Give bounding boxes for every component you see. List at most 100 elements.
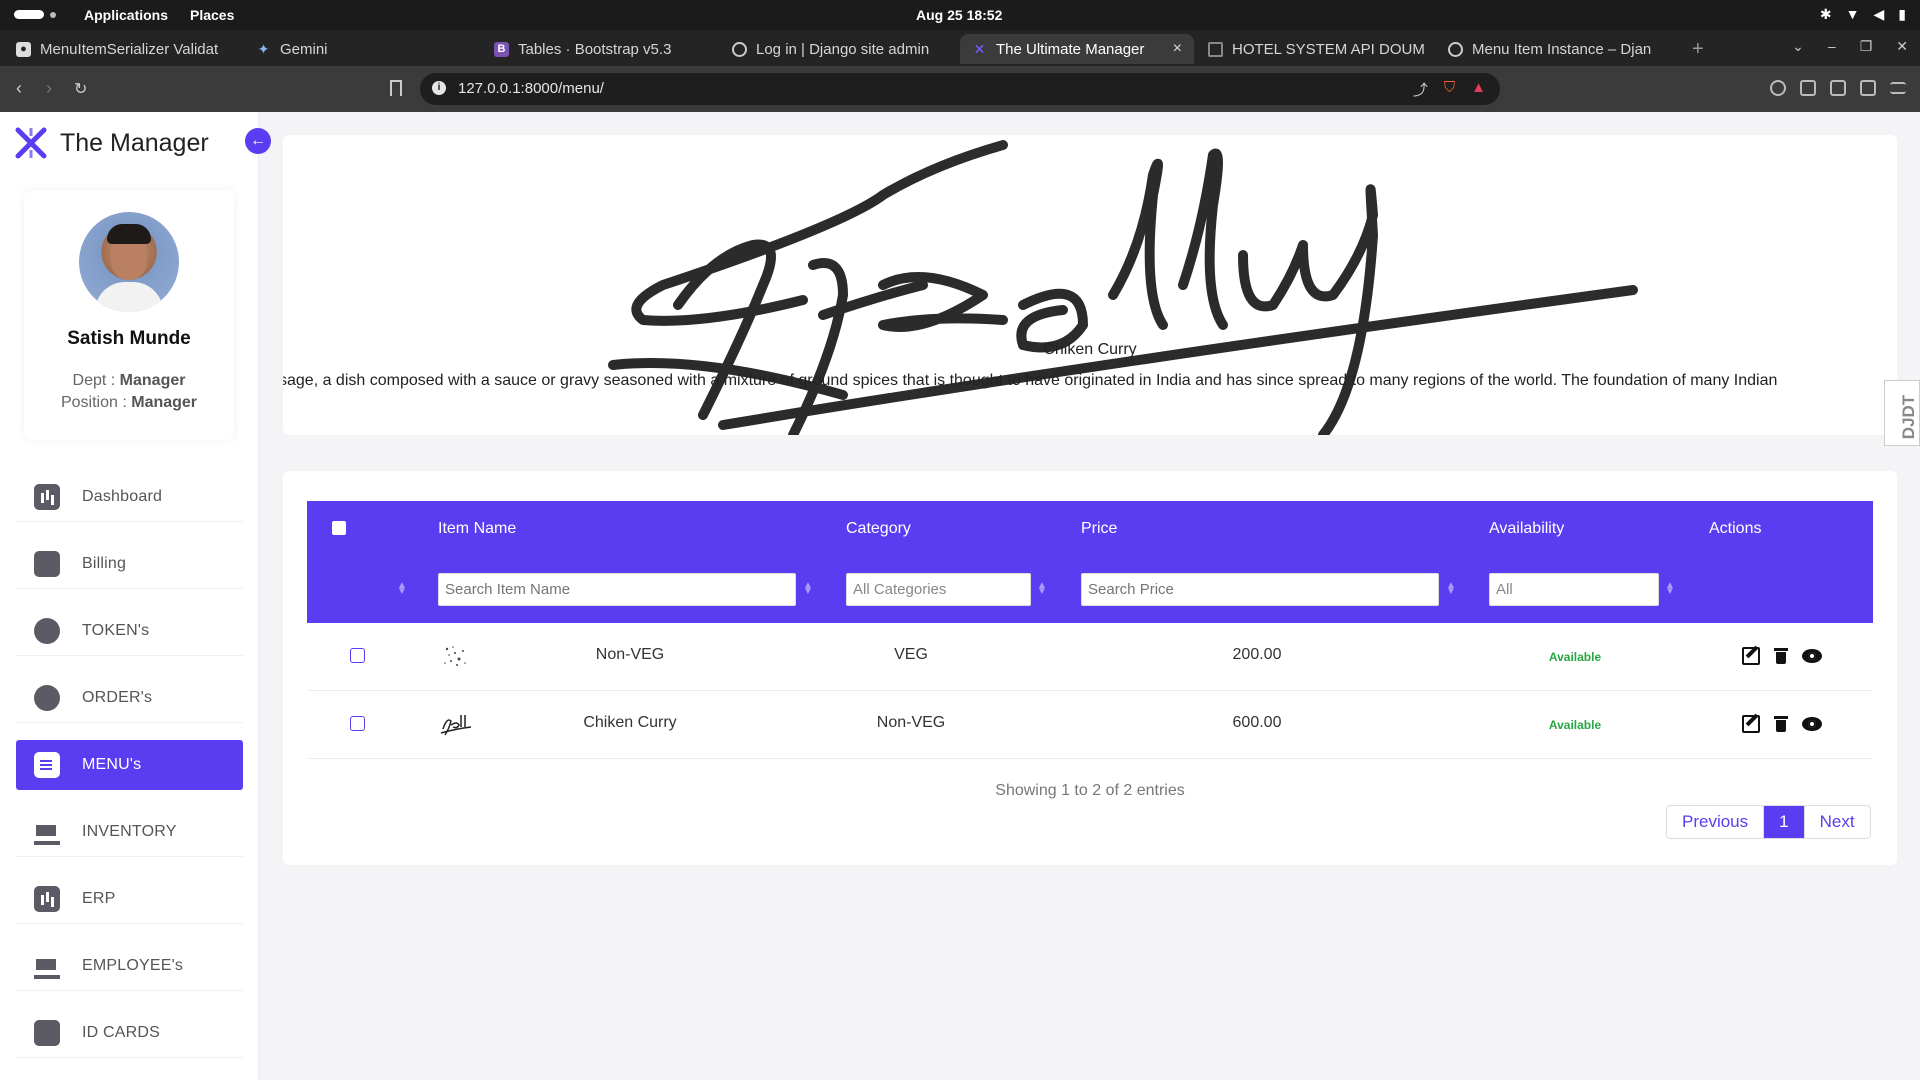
browser-tab[interactable]: Log in | Django site admin (720, 34, 960, 64)
row-checkbox[interactable] (350, 716, 365, 731)
url-text[interactable]: 127.0.0.1:8000/menu/ (458, 80, 604, 97)
cell-price: 200.00 (1232, 646, 1282, 663)
brave-rewards-icon[interactable]: ▲ (1471, 79, 1486, 100)
column-header-item-name[interactable]: Item Name (438, 520, 516, 538)
browser-tab[interactable]: HOTEL SYSTEM API DOUMI (1196, 34, 1424, 64)
sidebar-item-orders[interactable]: ORDER's (16, 673, 243, 723)
sidebar-item-billing[interactable]: Billing (16, 539, 243, 589)
page-1-button[interactable]: 1 (1764, 806, 1805, 838)
table-row[interactable]: Chiken Curry Non-VEG 600.00 Available (307, 691, 1873, 759)
edit-icon[interactable] (1742, 715, 1760, 733)
column-header-price[interactable]: Price (1081, 520, 1117, 538)
sort-icon[interactable]: ▲ ▼ (1446, 581, 1456, 597)
item-thumbnail[interactable] (437, 707, 473, 741)
bar-chart-icon (34, 885, 60, 912)
extensions-icon[interactable] (1800, 80, 1816, 96)
eye-icon[interactable] (1802, 649, 1822, 663)
bluetooth-icon[interactable]: ✱ (1820, 6, 1832, 23)
forward-icon[interactable]: › (46, 78, 52, 99)
browser-tab[interactable]: ✦ Gemini (244, 34, 484, 64)
availability-filter-select[interactable]: All (1489, 573, 1659, 606)
column-header-availability[interactable]: Availability (1489, 520, 1564, 538)
sidebar-item-menus[interactable]: MENU's (16, 740, 243, 790)
volume-icon[interactable]: ◀ (1874, 6, 1885, 23)
tab-title: Menu Item Instance – Djan (1472, 40, 1652, 58)
sort-icon[interactable]: ▲ ▼ (397, 581, 407, 597)
position-value: Manager (131, 394, 198, 411)
window-controls: ⌄ – ❐ ✕ (1792, 38, 1908, 55)
bookmark-icon[interactable] (390, 80, 402, 96)
wifi-icon[interactable]: ▼ (1846, 6, 1860, 23)
maximize-icon[interactable]: ❐ (1860, 38, 1873, 55)
previous-page-button[interactable]: Previous (1667, 806, 1765, 838)
wallet-icon[interactable] (1860, 80, 1876, 96)
trash-icon[interactable] (1772, 715, 1790, 733)
search-item-name-input[interactable] (438, 573, 796, 606)
sidebar-item-id-cards[interactable]: ID CARDS (16, 1008, 243, 1058)
trash-icon[interactable] (1772, 647, 1790, 665)
activities-indicator[interactable] (14, 10, 44, 19)
table-info: Showing 1 to 2 of 2 entries (995, 782, 1185, 799)
sidebar-item-label: TOKEN's (82, 621, 150, 639)
sidebar-item-erp[interactable]: ERP (16, 874, 243, 924)
share-icon[interactable]: ⤴ (1413, 79, 1428, 100)
address-bar[interactable]: i 127.0.0.1:8000/menu/ ⤴ ⛉ ▲ (420, 73, 1500, 105)
select-all-checkbox[interactable] (332, 521, 346, 535)
eye-icon[interactable] (1802, 717, 1822, 731)
vpn-icon[interactable] (1770, 80, 1786, 96)
places-menu[interactable]: Places (190, 7, 234, 23)
new-tab-button[interactable]: + (1680, 34, 1710, 64)
row-checkbox[interactable] (350, 648, 365, 663)
tab-list-icon[interactable]: ⌄ (1792, 38, 1804, 55)
close-tab-icon[interactable]: × (1173, 40, 1182, 58)
battery-icon[interactable]: ▮ (1898, 6, 1906, 23)
sidebar-item-tokens[interactable]: TOKEN's (16, 606, 243, 656)
reload-icon[interactable]: ↻ (74, 79, 87, 99)
tab-title: The Ultimate Manager (996, 40, 1145, 58)
globe-icon (732, 41, 747, 57)
minimize-icon[interactable]: – (1828, 38, 1836, 55)
browser-tab[interactable]: ● MenuItemSerializer Validat (4, 34, 242, 64)
sidebar-item-inventory[interactable]: INVENTORY (16, 807, 243, 857)
search-price-input[interactable] (1081, 573, 1439, 606)
sort-icon[interactable]: ▲ ▼ (1037, 581, 1047, 597)
close-window-icon[interactable]: ✕ (1896, 38, 1908, 55)
column-header-category[interactable]: Category (846, 520, 911, 538)
system-tray[interactable]: ✱ ▼ ◀ ▮ (1820, 6, 1906, 23)
sidebar-item-label: ERP (82, 889, 116, 907)
dept-value: Manager (119, 372, 186, 389)
sort-icon[interactable]: ▲ ▼ (1665, 581, 1675, 597)
django-debug-toolbar-handle[interactable]: DJDT (1884, 380, 1920, 446)
brand[interactable]: The Manager (14, 126, 209, 160)
applications-menu[interactable]: Applications (84, 7, 168, 23)
sidebar-toggle-icon[interactable] (1830, 80, 1846, 96)
browser-tab[interactable]: Menu Item Instance – Djan (1436, 34, 1672, 64)
key-icon (34, 1019, 60, 1046)
edit-icon[interactable] (1742, 647, 1760, 665)
sort-icon[interactable]: ▲ ▼ (803, 581, 813, 597)
site-info-icon[interactable]: i (432, 81, 446, 95)
table-header: Item Name Category Price Availability Ac… (307, 501, 1873, 557)
back-icon[interactable]: ‹ (16, 78, 22, 99)
category-filter-select[interactable]: All Categories (846, 573, 1031, 606)
sidebar-item-label: ORDER's (82, 688, 153, 706)
browser-tab-active[interactable]: ✕ The Ultimate Manager × (960, 34, 1194, 64)
clock[interactable]: Aug 25 18:52 (916, 7, 1002, 23)
profile-dept: Dept : Manager (24, 372, 234, 390)
tab-title: MenuItemSerializer Validat (40, 40, 219, 58)
browser-tab[interactable]: B Tables · Bootstrap v5.3 (482, 34, 718, 64)
next-page-button[interactable]: Next (1805, 806, 1870, 838)
item-thumbnail[interactable] (437, 639, 473, 673)
sidebar-item-dashboard[interactable]: Dashboard (16, 472, 243, 522)
collapse-sidebar-button[interactable]: ← (245, 128, 271, 154)
cell-category: Non-VEG (876, 714, 946, 731)
table-row[interactable]: Non-VEG VEG 200.00 Available (307, 623, 1873, 691)
menu-item-preview: Chiken Curry sage, a dish composed with … (283, 135, 1897, 435)
manager-logo-icon: ✕ (973, 40, 986, 57)
sidebar-item-employees[interactable]: EMPLOYEE's (16, 941, 243, 991)
brand-title: The Manager (60, 128, 209, 157)
browser-menu-icon[interactable] (1890, 82, 1906, 94)
position-label: Position : (60, 394, 127, 411)
brave-shield-icon[interactable]: ⛉ (1444, 79, 1455, 100)
url-bar-icons: ⤴ ⛉ ▲ (1413, 79, 1486, 100)
